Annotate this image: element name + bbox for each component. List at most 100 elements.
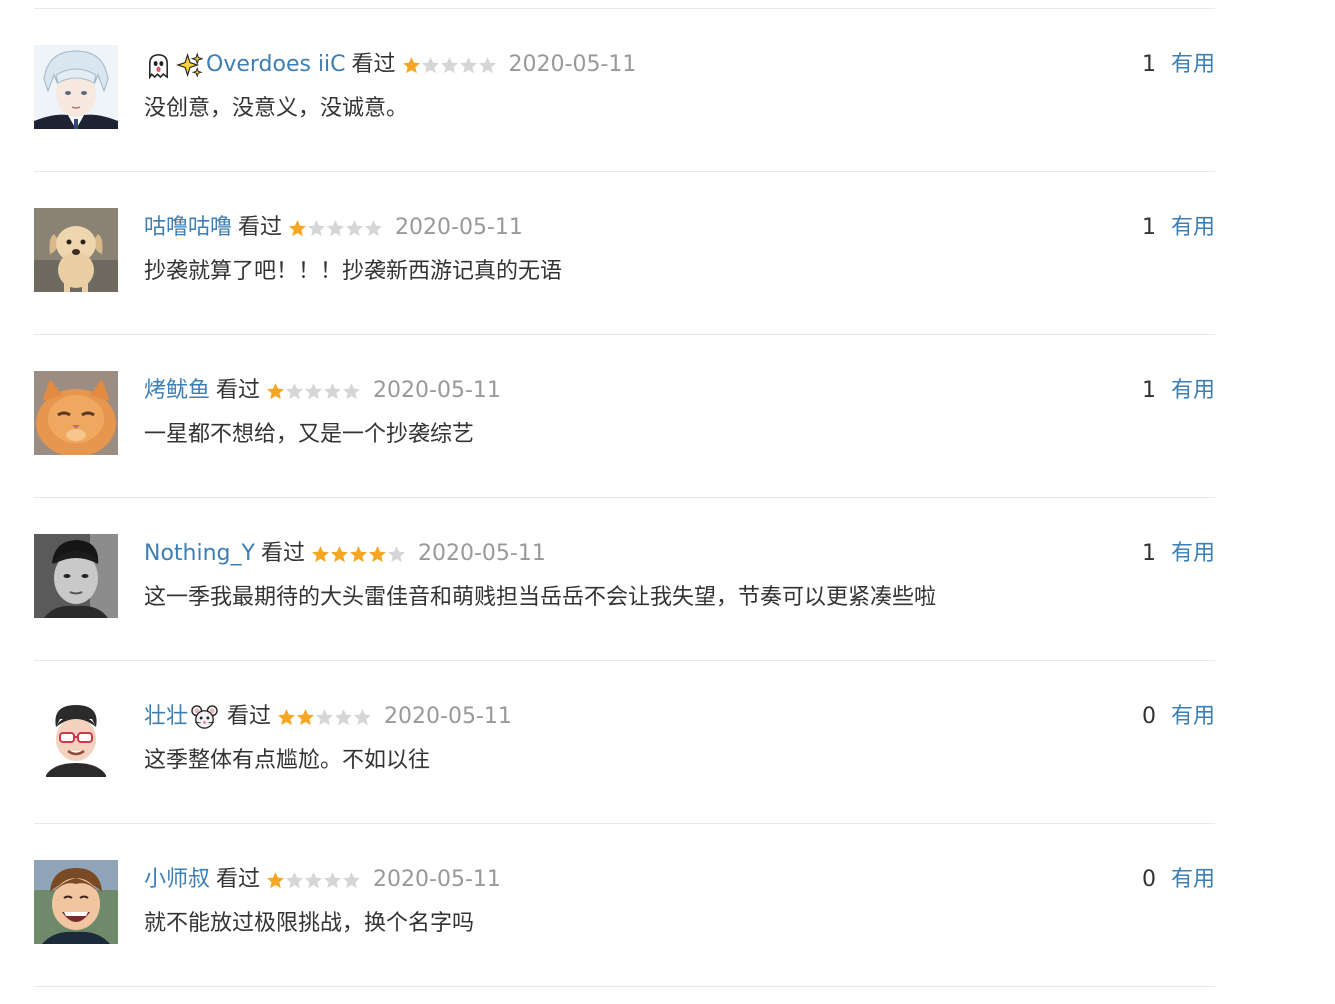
- star-empty-icon: [388, 545, 405, 562]
- comment-item: 烤鱿鱼 看过 2020-05-11 1 有用 一星都不想给，又是一个抄袭综艺: [34, 335, 1215, 498]
- useful-button[interactable]: 有用: [1171, 867, 1215, 892]
- comment-item: Overdoes iiC 看过 2020-05-11 1 有用 没创意，没意义，…: [34, 9, 1215, 172]
- star-rating: [266, 871, 361, 890]
- star-empty-icon: [478, 56, 496, 73]
- star-rating: [277, 708, 372, 727]
- watch-status: 看过: [227, 704, 272, 729]
- comment-item: 小师叔 看过 2020-05-11 0 有用 就不能放过极限挑战，换个名字吗: [34, 824, 1215, 987]
- comment-text: 就不能放过极限挑战，换个名字吗: [144, 911, 475, 936]
- comment-text: 这一季我最期待的大头雷佳音和萌贱担当岳岳不会让我失望，节奏可以更紧凑些啦: [144, 585, 937, 610]
- comment-meta: Nothing_Y 看过 2020-05-11: [144, 536, 546, 572]
- useful-button[interactable]: 有用: [1171, 541, 1215, 566]
- user-name-link[interactable]: Overdoes iiC: [206, 47, 346, 83]
- star-filled-icon: [369, 545, 386, 562]
- comment-item: 壮壮 看过 2020-05-11 0 有用 这季整体有点尴尬。不如以往: [34, 661, 1215, 824]
- vote-count: 1: [1141, 215, 1156, 240]
- avatar-man-portrait-icon: [34, 534, 118, 618]
- vote-area: 0 有用: [1142, 862, 1215, 898]
- star-filled-icon: [312, 545, 329, 562]
- star-empty-icon: [421, 56, 439, 73]
- comment-meta: 壮壮 看过 2020-05-11: [144, 699, 512, 735]
- comment-date: 2020-05-11: [373, 378, 501, 403]
- watch-status: 看过: [238, 215, 283, 240]
- star-empty-icon: [335, 708, 352, 725]
- avatar-anime-silver-hair-icon: [34, 45, 118, 129]
- star-empty-icon: [440, 56, 458, 73]
- watch-status: 看过: [216, 378, 261, 403]
- comment-meta: 咕噜咕噜 看过 2020-05-11: [144, 210, 523, 246]
- vote-area: 1 有用: [1142, 47, 1215, 83]
- user-avatar[interactable]: [34, 697, 118, 781]
- comment-item: Nothing_Y 看过 2020-05-11 1 有用 这一季我最期待的大头雷…: [34, 498, 1215, 661]
- star-empty-icon: [365, 219, 382, 236]
- useful-button[interactable]: 有用: [1171, 215, 1215, 240]
- vote-count: 0: [1141, 867, 1156, 892]
- user-avatar[interactable]: [34, 534, 118, 618]
- star-empty-icon: [354, 708, 371, 725]
- comment-list: Overdoes iiC 看过 2020-05-11 1 有用 没创意，没意义，…: [34, 9, 1215, 987]
- user-name-link[interactable]: 烤鱿鱼: [144, 373, 210, 409]
- user-name-link[interactable]: Nothing_Y: [144, 536, 255, 572]
- star-empty-icon: [324, 871, 341, 888]
- watch-status: 看过: [351, 52, 396, 77]
- star-filled-icon: [350, 545, 367, 562]
- comment-meta: 烤鱿鱼 看过 2020-05-11: [144, 373, 501, 409]
- user-name-link[interactable]: 壮壮: [144, 699, 188, 735]
- comment-date: 2020-05-11: [384, 704, 512, 729]
- comment-date: 2020-05-11: [395, 215, 523, 240]
- comment-meta: 小师叔 看过 2020-05-11: [144, 862, 501, 898]
- star-empty-icon: [327, 219, 344, 236]
- watch-status: 看过: [260, 541, 305, 566]
- star-empty-icon: [286, 871, 303, 888]
- useful-button[interactable]: 有用: [1171, 52, 1215, 77]
- watch-status: 看过: [216, 867, 261, 892]
- comment-item: 咕噜咕噜 看过 2020-05-11 1 有用 抄袭就算了吧！！！抄袭新西游记真…: [34, 172, 1215, 335]
- star-filled-icon: [278, 708, 295, 725]
- ghost-emoji-icon: [144, 51, 173, 80]
- user-avatar[interactable]: [34, 371, 118, 455]
- comment-text: 没创意，没意义，没诚意。: [144, 96, 409, 121]
- avatar-orange-cat-icon: [34, 371, 118, 455]
- star-filled-icon: [267, 871, 284, 888]
- star-empty-icon: [343, 871, 360, 888]
- star-filled-icon: [402, 56, 420, 73]
- vote-area: 1 有用: [1142, 210, 1215, 246]
- user-avatar[interactable]: [34, 45, 118, 129]
- star-empty-icon: [308, 219, 325, 236]
- star-empty-icon: [286, 382, 303, 399]
- comment-text: 抄袭就算了吧！！！抄袭新西游记真的无语: [144, 259, 563, 284]
- star-empty-icon: [324, 382, 341, 399]
- useful-button[interactable]: 有用: [1171, 378, 1215, 403]
- sparkles-emoji-icon: [175, 51, 204, 80]
- useful-button[interactable]: 有用: [1171, 704, 1215, 729]
- star-rating: [266, 382, 361, 401]
- star-rating: [288, 219, 383, 238]
- vote-count: 1: [1141, 541, 1156, 566]
- vote-area: 1 有用: [1142, 373, 1215, 409]
- star-filled-icon: [267, 382, 284, 399]
- star-empty-icon: [346, 219, 363, 236]
- star-empty-icon: [316, 708, 333, 725]
- star-filled-icon: [297, 708, 314, 725]
- vote-count: 0: [1141, 704, 1156, 729]
- user-avatar[interactable]: [34, 208, 118, 292]
- user-name-link[interactable]: 小师叔: [144, 862, 210, 898]
- star-rating: [402, 56, 497, 75]
- star-rating: [311, 545, 406, 564]
- star-empty-icon: [305, 382, 322, 399]
- star-empty-icon: [459, 56, 477, 73]
- vote-count: 1: [1141, 52, 1156, 77]
- star-empty-icon: [343, 382, 360, 399]
- vote-area: 0 有用: [1142, 699, 1215, 735]
- mouse-emoji-icon: [190, 703, 219, 732]
- user-avatar[interactable]: [34, 860, 118, 944]
- comment-date: 2020-05-11: [417, 541, 546, 566]
- star-filled-icon: [331, 545, 348, 562]
- user-name-link[interactable]: 咕噜咕噜: [144, 210, 232, 246]
- comment-date: 2020-05-11: [373, 867, 501, 892]
- avatar-laughing-child-icon: [34, 860, 118, 944]
- avatar-puppy-icon: [34, 208, 118, 292]
- comment-meta: Overdoes iiC 看过 2020-05-11: [144, 47, 636, 83]
- vote-area: 1 有用: [1142, 536, 1215, 572]
- comment-text: 一星都不想给，又是一个抄袭综艺: [144, 422, 475, 447]
